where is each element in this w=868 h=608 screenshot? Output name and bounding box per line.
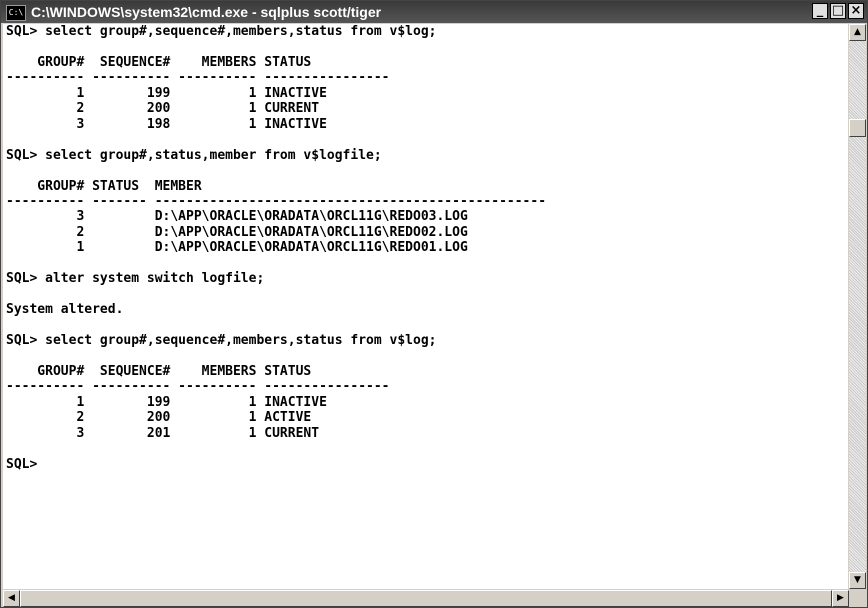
scroll-left-button[interactable]: ◀ (3, 590, 20, 607)
resize-grip[interactable] (849, 590, 866, 607)
scroll-down-button[interactable]: ▼ (849, 572, 866, 589)
console-line: 3 201 1 CURRENT (6, 425, 320, 441)
console-line: System altered. (6, 302, 124, 318)
minimize-button[interactable]: _ (812, 3, 828, 19)
horizontal-scrollbar[interactable]: ◀ ▶ (3, 590, 849, 607)
window-title: C:\WINDOWS\system32\cmd.exe - sqlplus sc… (31, 4, 382, 20)
cmd-window: C:\ C:\WINDOWS\system32\cmd.exe - sqlplu… (0, 0, 868, 608)
console-line: GROUP# SEQUENCE# MEMBERS STATUS (6, 363, 312, 379)
console-text: SQL> select group#,sequence#,members,sta… (3, 24, 848, 472)
console-line: ---------- ---------- ---------- -------… (6, 379, 390, 395)
console-line: GROUP# SEQUENCE# MEMBERS STATUS (6, 54, 312, 70)
console-line: SQL> select group#,status,member from v$… (6, 147, 382, 163)
close-button[interactable]: × (848, 3, 864, 19)
console-line: SQL> (6, 456, 38, 472)
scroll-up-button[interactable]: ▲ (849, 24, 866, 41)
console-line: 2 D:\APP\ORACLE\ORADATA\ORCL11G\REDO02.L… (6, 224, 468, 240)
console-line: ---------- ---------- ---------- -------… (6, 70, 390, 86)
console-line: 1 D:\APP\ORACLE\ORADATA\ORCL11G\REDO01.L… (6, 240, 468, 256)
console-line: ---------- ------- ---------------------… (6, 193, 547, 209)
scroll-right-button[interactable]: ▶ (832, 590, 849, 607)
console-line: 3 198 1 INACTIVE (6, 116, 327, 132)
console-output[interactable]: SQL> select group#,sequence#,members,sta… (3, 24, 848, 589)
console-line: 3 D:\APP\ORACLE\ORADATA\ORCL11G\REDO03.L… (6, 209, 468, 225)
title-bar[interactable]: C:\ C:\WINDOWS\system32\cmd.exe - sqlplu… (1, 1, 867, 23)
console-line: GROUP# STATUS MEMBER (6, 178, 202, 194)
console-line: SQL> select group#,sequence#,members,sta… (6, 24, 437, 39)
console-line: 1 199 1 INACTIVE (6, 394, 327, 410)
horizontal-scroll-thumb[interactable] (20, 590, 832, 607)
vertical-scrollbar[interactable]: ▲ ▼ (849, 24, 866, 589)
maximize-button[interactable]: □ (830, 3, 846, 19)
cmd-icon[interactable]: C:\ (6, 5, 26, 21)
console-line: 2 200 1 CURRENT (6, 101, 320, 117)
console-line: 2 200 1 ACTIVE (6, 410, 312, 426)
console-line: SQL> alter system switch logfile; (6, 271, 265, 287)
vertical-scroll-thumb[interactable] (849, 119, 866, 137)
console-line: SQL> select group#,sequence#,members,sta… (6, 333, 437, 349)
console-line: 1 199 1 INACTIVE (6, 85, 327, 101)
